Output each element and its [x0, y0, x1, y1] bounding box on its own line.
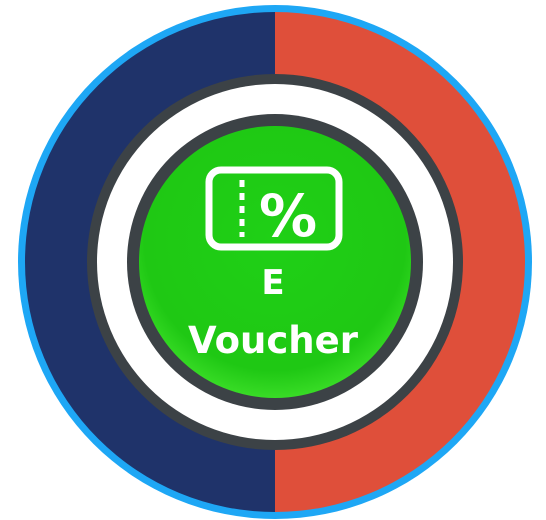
badge-graphic: % — [18, 5, 532, 519]
e-voucher-badge[interactable]: % E Voucher — [0, 0, 546, 520]
label-line-1: E — [261, 263, 285, 303]
label-line-2: Voucher — [188, 319, 358, 362]
svg-text:%: % — [259, 182, 317, 250]
